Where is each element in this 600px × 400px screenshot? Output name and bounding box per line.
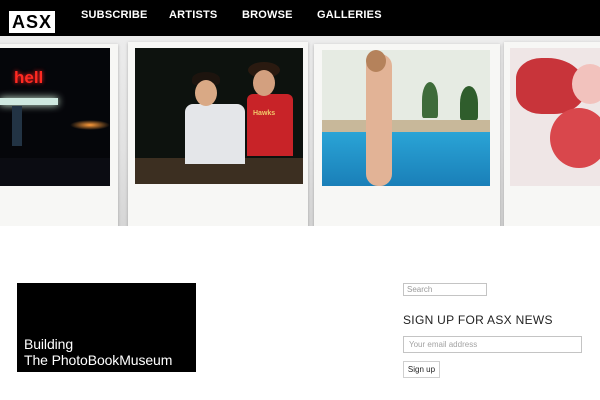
promo-line-2: The PhotoBookMuseum (24, 352, 173, 368)
white-shirt (185, 104, 245, 164)
nav-subscribe[interactable]: SUBSCRIBE (81, 9, 148, 21)
asx-logo[interactable]: ASX (9, 11, 55, 33)
pale-shape (572, 64, 600, 104)
red-jersey: Hawks (247, 94, 293, 156)
photo-red-abstract (510, 48, 600, 186)
light-glow (70, 120, 110, 130)
nav-browse[interactable]: BROWSE (242, 9, 293, 21)
newsletter-heading: SIGN UP FOR ASX NEWS (403, 313, 553, 327)
search-input[interactable] (403, 283, 487, 296)
red-shape (550, 108, 600, 168)
fuel-pump (12, 106, 22, 146)
photo-pool (322, 50, 490, 186)
photo-two-friends: Hawks (135, 48, 303, 184)
promo-line-1: Building (24, 336, 74, 352)
featured-banner: hell Hawks (0, 36, 600, 226)
photo-night-sign: hell (0, 48, 110, 186)
nav-galleries[interactable]: GALLERIES (317, 9, 382, 21)
pool-water (322, 132, 490, 186)
road (0, 158, 110, 186)
nav-artists[interactable]: ARTISTS (169, 9, 217, 21)
polaroid-2[interactable]: Hawks (128, 42, 308, 226)
jersey-text: Hawks (253, 110, 276, 117)
signup-button[interactable]: Sign up (403, 361, 440, 378)
neon-sign-text: hell (14, 68, 44, 87)
figure (366, 54, 392, 186)
pool-deck (322, 120, 490, 132)
station-canopy (0, 98, 58, 105)
potted-plant (460, 86, 478, 120)
polaroid-3[interactable] (314, 44, 500, 226)
polaroid-4[interactable] (504, 42, 600, 226)
potted-plant (422, 82, 438, 118)
email-field[interactable] (403, 336, 582, 353)
top-navbar: ASX SUBSCRIBE ARTISTS BROWSE GALLERIES (0, 0, 600, 36)
figure-head (366, 50, 386, 72)
photobook-museum-promo[interactable]: Building The PhotoBookMuseum (17, 283, 196, 372)
face (195, 80, 217, 106)
polaroid-1[interactable]: hell (0, 44, 118, 226)
face (253, 70, 275, 96)
